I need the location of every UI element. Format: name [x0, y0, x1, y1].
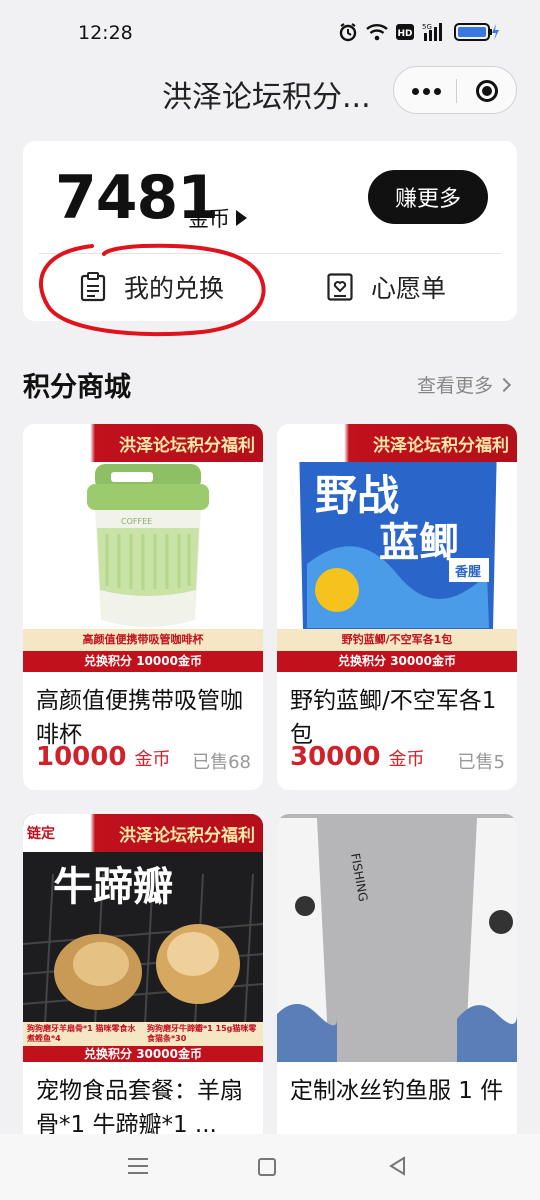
alarm-icon — [339, 23, 357, 42]
price-value: 30000 — [290, 742, 381, 772]
system-nav-bar — [0, 1134, 540, 1200]
red-circle-annotation — [39, 243, 266, 337]
coin-unit-label: 金币 — [188, 207, 230, 231]
hd-icon: HD — [396, 24, 414, 40]
section-title: 积分商城 — [23, 372, 131, 403]
product-image: FISHING — [277, 814, 517, 1062]
promo-ribbon: 洪泽论坛积分福利 — [23, 424, 263, 462]
wishlist-button[interactable]: 心愿单 — [327, 269, 446, 305]
battery-icon — [454, 23, 499, 41]
product-image: 牛蹄瓣 链定 洪泽论坛积分福利 狗狗磨牙羊扇骨*1 猫咪零食水煮鲣鱼*4 狗狗磨… — [23, 814, 263, 1062]
fishing-shirt-image: FISHING — [277, 814, 517, 1062]
sold-count: 已售68 — [192, 752, 251, 773]
ribbon-text: 洪泽论坛积分福利 — [119, 436, 255, 456]
status-bar: 12:28 HD 5G — [0, 0, 540, 64]
svg-text:5G: 5G — [422, 23, 432, 31]
exchange-points-band: 兑换积分 10000金币 — [23, 651, 263, 672]
price-value: 10000 — [36, 742, 127, 772]
promo-ribbon: 链定 洪泽论坛积分福利 — [23, 814, 263, 852]
product-card[interactable]: FISHING 定制冰丝钓鱼服 1 件 — [277, 814, 517, 1144]
chevron-right-icon — [496, 377, 512, 392]
earn-more-button[interactable]: 赚更多 — [368, 170, 488, 224]
ribbon-text: 洪泽论坛积分福利 — [373, 436, 509, 456]
caption-left: 狗狗磨牙羊扇骨*1 猫咪零食水煮鲣鱼*4 — [27, 1024, 136, 1043]
product-card[interactable]: COFFEE 洪泽论坛积分福利 高颜值便携带吸管咖啡杯 兑换积分 10000金币… — [23, 424, 263, 790]
status-icons: HD 5G — [338, 22, 500, 42]
product-price: 30000 金币 — [290, 742, 424, 772]
wishlist-label: 心愿单 — [371, 274, 447, 303]
product-image: COFFEE 洪泽论坛积分福利 高颜值便携带吸管咖啡杯 兑换积分 10000金币 — [23, 424, 263, 672]
more-options-button[interactable] — [406, 77, 446, 105]
promo-ribbon: 洪泽论坛积分福利 — [277, 424, 517, 462]
corner-tag: 链定 — [27, 826, 55, 842]
image-brand-text: COFFEE — [121, 517, 152, 526]
image-caption: 狗狗磨牙羊扇骨*1 猫咪零食水煮鲣鱼*4 狗狗磨牙牛蹄瓣*1 15g猫咪零食猫条… — [23, 1022, 263, 1046]
home-icon[interactable] — [258, 1158, 276, 1176]
image-title-text: 牛蹄瓣 — [53, 864, 173, 910]
signal-icon: 5G — [422, 23, 442, 41]
menu-icon[interactable] — [128, 1158, 148, 1174]
image-title-text: 野战 — [315, 471, 399, 520]
page-title: 洪泽论坛积分... — [162, 80, 371, 115]
status-time: 12:28 — [78, 22, 133, 44]
caption-right: 狗狗磨牙牛蹄瓣*1 15g猫咪零食猫条*30 — [147, 1024, 257, 1043]
heart-frame-icon — [327, 273, 353, 301]
wifi-icon — [366, 24, 388, 41]
product-price: 10000 金币 — [36, 742, 170, 772]
product-image: 野战 蓝鲫 香腥 洪泽论坛积分福利 野钓蓝鲫/不空军各1包 兑换积分 30000… — [277, 424, 517, 672]
ribbon-text: 洪泽论坛积分福利 — [119, 826, 255, 846]
price-unit: 金币 — [134, 749, 171, 770]
see-more-label: 查看更多 — [417, 375, 494, 397]
exchange-points-band: 兑换积分 30000金币 — [277, 651, 517, 672]
miniapp-capsule — [393, 66, 517, 114]
back-icon[interactable] — [388, 1156, 406, 1176]
svg-text:HD: HD — [397, 29, 412, 39]
price-unit: 金币 — [388, 749, 425, 770]
image-subtitle-text: 蓝鲫 — [379, 520, 459, 566]
sold-count: 已售5 — [457, 752, 505, 773]
exchange-points-band: 兑换积分 30000金币 — [23, 1046, 263, 1062]
coin-unit-link[interactable]: 金币 — [188, 203, 247, 233]
see-more-link[interactable]: 查看更多 — [417, 371, 512, 398]
close-miniapp-button[interactable] — [476, 80, 498, 102]
image-caption: 高颜值便携带吸管咖啡杯 — [23, 629, 263, 651]
image-badge-text: 香腥 — [454, 564, 481, 580]
triangle-right-icon — [236, 210, 247, 226]
product-card[interactable]: 野战 蓝鲫 香腥 洪泽论坛积分福利 野钓蓝鲫/不空军各1包 兑换积分 30000… — [277, 424, 517, 790]
image-caption: 野钓蓝鲫/不空军各1包 — [277, 629, 517, 651]
product-card[interactable]: 牛蹄瓣 链定 洪泽论坛积分福利 狗狗磨牙羊扇骨*1 猫咪零食水煮鲣鱼*4 狗狗磨… — [23, 814, 263, 1144]
